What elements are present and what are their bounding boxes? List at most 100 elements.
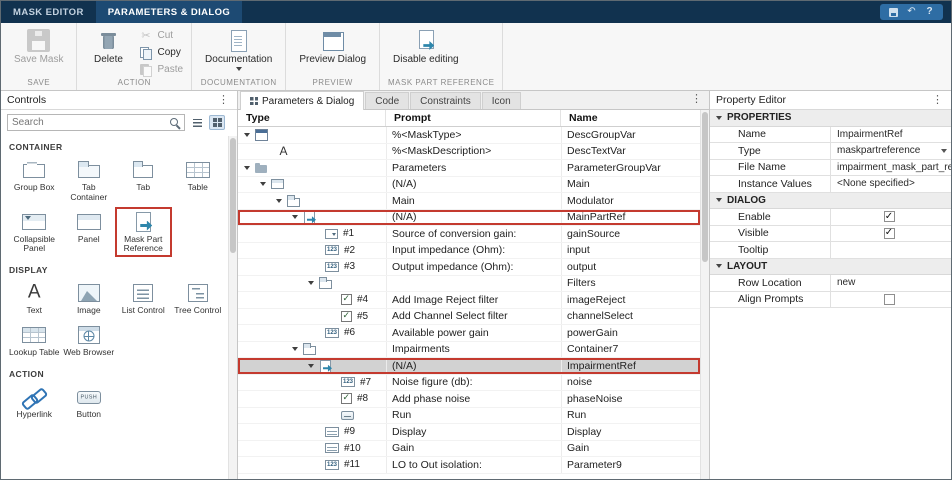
ribbon: Save Mask SAVE Delete Cut Copy PasteACTION Doc… [1,23,951,91]
editor-tab-code[interactable]: Code [365,92,410,109]
control-item-table[interactable]: Table [171,156,226,205]
tree-row-modulator[interactable]: Main Modulator [238,193,700,210]
editor-tab-constraints[interactable]: Constraints [410,92,481,109]
tree-scrollbar[interactable] [700,110,709,479]
property-editor-title: Property Editor [716,94,787,106]
tab-icon [303,343,316,356]
undo-icon[interactable] [907,7,916,18]
property-section-dialog[interactable]: DIALOG [710,192,951,209]
expander-icon[interactable] [308,281,314,286]
column-header-name[interactable]: Name [561,110,700,126]
tree-row-phasenoise[interactable]: #8 Add phase noisephaseNoise [238,391,700,408]
tree-row-container7[interactable]: Impairments Container7 [238,341,700,358]
tree-row-display[interactable]: #9 Display Display [238,424,700,441]
expander-icon[interactable] [292,347,298,352]
tree-row-desctextvar[interactable]: %<MaskDescription>DescTextVar [238,143,700,160]
tree-cell-name: MainPartRef [561,209,700,225]
folder-icon [255,162,268,174]
tree-row-run[interactable]: Run Run [238,407,700,424]
enable-checkbox[interactable] [883,211,895,223]
control-item-list-control[interactable]: List Control [116,279,171,318]
property-row-align-prompts: Align Prompts [710,291,951,308]
control-item-panel[interactable]: Panel [62,208,117,257]
editor-tab-icon[interactable]: Icon [481,92,521,109]
column-header-type[interactable]: Type [238,110,386,126]
titlebar-tab-mask-editor[interactable]: MASK EDITOR [1,1,96,23]
property-section-layout[interactable]: LAYOUT [710,258,951,275]
tree-row-parameter9[interactable]: #11 LO to Out isolation:Parameter9 [238,457,700,474]
control-item-web-browser[interactable]: Web Browser [62,321,117,360]
tree-row-main[interactable]: (N/A) Main [238,176,700,193]
tree-row-imagereject[interactable]: #4 Add Image Reject filterimageReject [238,292,700,309]
control-item-collapsible-panel[interactable]: Collapsible Panel [7,208,62,257]
tab-icon [130,160,156,180]
dialog-tree-panel: Parameters & DialogCodeConstraintsIcon T… [238,91,709,479]
control-item-hyperlink[interactable]: Hyperlink [7,383,62,422]
control-item-lookup-table[interactable]: Lookup Table [7,321,62,360]
expander-icon[interactable] [308,363,314,368]
help-icon[interactable] [925,7,934,18]
search-input[interactable] [12,117,170,128]
control-item-group-box[interactable]: Group Box [7,156,62,205]
tree-row-impairmentref[interactable]: (N/A) ImpairmentRef [238,358,700,375]
tree-cell-prompt: Gain [386,440,561,456]
control-item-button[interactable]: Button [62,383,117,422]
property-editor-menu-icon[interactable] [930,95,945,106]
tree-row-filters[interactable]: Filters [238,275,700,292]
control-item-tab-container[interactable]: Tab Container [62,156,117,205]
image-icon [76,283,102,303]
tree-row-powergain[interactable]: #6 Available power gainpowerGain [238,325,700,342]
property-section-properties[interactable]: PROPERTIES [710,110,951,127]
tree-cell-name: phaseNoise [561,391,700,407]
expander-icon[interactable] [260,182,266,187]
control-item-mask-part-reference[interactable]: Mask Part Reference [115,206,172,258]
tree-row-gain[interactable]: #10 Gain Gain [238,440,700,457]
list-view-button[interactable] [189,115,205,130]
expander-icon[interactable] [244,165,250,170]
visible-checkbox[interactable] [883,227,895,239]
controls-scrollbar-thumb[interactable] [230,138,236,253]
expander-icon[interactable] [244,132,250,137]
delete-button[interactable]: Delete [85,26,131,68]
editor-tab-parameters-dialog[interactable]: Parameters & Dialog [240,91,365,110]
titlebar-tab-parameters-dialog[interactable]: PARAMETERS & DIALOG [95,1,243,23]
expander-icon[interactable] [292,215,298,220]
expander-icon[interactable] [276,198,282,203]
preview-dialog-button[interactable]: Preview Dialog [294,26,371,68]
ribbon-section-documentation: Documentation DOCUMENTATION [192,23,287,90]
control-item-tree-control[interactable]: Tree Control [171,279,226,318]
editor-tabs-menu-icon[interactable] [689,94,704,105]
tree-row-output[interactable]: #3 Output impedance (Ohm):output [238,259,700,276]
tree-scrollbar-thumb[interactable] [702,112,708,262]
align-prompts-checkbox[interactable] [883,293,895,305]
control-item-text[interactable]: Text [7,279,62,318]
controls-menu-icon[interactable] [216,95,231,106]
tree-column-headers: Type Prompt Name [238,110,700,127]
column-header-prompt[interactable]: Prompt [386,110,561,126]
tree-row-parametergroupvar[interactable]: Parameters ParameterGroupVar [238,160,700,177]
popup-icon [325,228,338,240]
tree-row-mainpartref[interactable]: (N/A) MainPartRef [238,209,700,226]
disable-editing-button[interactable]: Disable editing [388,26,464,68]
control-item-tab[interactable]: Tab [116,156,171,205]
property-editor-header: Property Editor [710,91,951,110]
button-icon [76,387,102,407]
tree-row-channelselect[interactable]: #5 Add Channel Select filterchannelSelect [238,308,700,325]
controls-scrollbar[interactable] [228,136,237,479]
tree-cell-prompt: %<MaskType> [386,127,561,143]
tree-cell-prompt: Main [386,193,561,209]
documentation-button[interactable]: Documentation [200,26,277,74]
tree-row-gainsource[interactable]: #1 Source of conversion gain: gainSource [238,226,700,243]
save-icon[interactable] [889,7,898,17]
copy-button[interactable]: Copy [139,46,183,60]
dropdown-caret-icon[interactable] [941,148,947,153]
row-number-badge: #1 [343,228,355,240]
tree-row-descgroupvar[interactable]: %<MaskType> DescGroupVar [238,127,700,144]
tree-row-input[interactable]: #2 Input impedance (Ohm):input [238,242,700,259]
numeric-edit-icon [341,376,355,388]
grid-view-button[interactable] [209,115,225,130]
tree-row-noise[interactable]: #7 Noise figure (db):noise [238,374,700,391]
dropdown-caret-icon [235,67,242,71]
control-item-image[interactable]: Image [62,279,117,318]
dialog-form-icon [250,97,258,105]
